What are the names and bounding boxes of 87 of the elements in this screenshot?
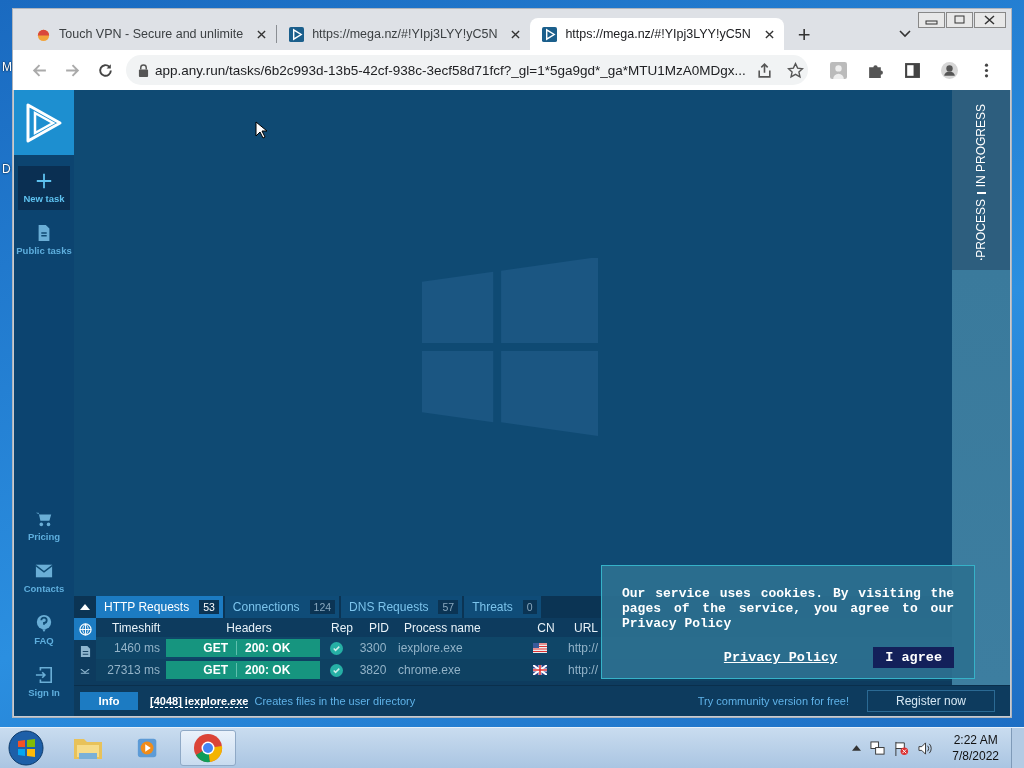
sidebar-item[interactable]: FAQ: [18, 608, 70, 652]
volume-icon[interactable]: [918, 740, 934, 756]
tray-arrow-icon[interactable]: [852, 745, 862, 751]
column-header[interactable]: CN: [526, 620, 566, 635]
desktop-icon-label: D: [2, 162, 11, 176]
triangle-up-icon: [80, 604, 90, 610]
info-button[interactable]: Info: [80, 692, 138, 710]
globe-icon[interactable]: [74, 618, 96, 640]
table-cell-text: 3820: [358, 663, 388, 677]
status-text: 200: OK: [244, 641, 291, 655]
address-bar[interactable]: app.any.run/tasks/6b2c993d-13b5-42cf-938c-3ecf58d71fcf?_gl=1*5ga9gd*_ga*MTU1MzA0MDgx...: [126, 55, 808, 85]
process-link[interactable]: [4048] iexplore.exe: [150, 694, 249, 708]
table-cell-text: http://: [567, 641, 599, 655]
column-header[interactable]: Process name: [400, 620, 526, 635]
desktop-icon-label: M: [2, 60, 12, 74]
privacy-policy-link[interactable]: Privacy Policy: [723, 650, 838, 665]
agree-button[interactable]: I agree: [873, 647, 954, 668]
taskbar-app[interactable]: [180, 730, 236, 766]
column-header[interactable]: Headers: [172, 620, 326, 635]
star-icon[interactable]: [786, 61, 804, 79]
lock-icon: [138, 63, 149, 77]
account-icon[interactable]: [941, 61, 958, 79]
clock[interactable]: 2:22 AM 7/8/2022: [952, 732, 999, 764]
url-text: app.any.run/tasks/6b2c993d-13b5-42cf-938c-3ecf58d71fcf?_gl=1*5ga9gd*_ga*MTU1MzA0MDgx...: [155, 62, 746, 78]
sidebar-item[interactable]: Sign In: [18, 660, 70, 704]
table-cell-text: 3300: [358, 641, 388, 655]
window-controls[interactable]: [918, 12, 1006, 28]
sidebar-item[interactable]: Public tasks: [18, 218, 70, 262]
share-icon[interactable]: [755, 61, 773, 79]
browser-tab[interactable]: Touch VPN - Secure and unlimite: [24, 18, 277, 50]
table-cell-text: 27313 ms: [106, 663, 161, 677]
column-header[interactable]: Timeshift: [96, 620, 172, 635]
cart-icon: [35, 510, 53, 528]
status-text: 200: OK: [244, 663, 291, 677]
panel-label: PROCESS: [974, 198, 988, 258]
table-cell-text: 1460 ms: [112, 641, 161, 655]
panel-tab[interactable]: DNS Requests 57: [341, 596, 463, 618]
play-favicon-icon: [289, 26, 305, 42]
panel-tab[interactable]: Connections 124: [224, 596, 340, 618]
column-header[interactable]: PID: [358, 620, 400, 635]
count-badge: 53: [199, 600, 219, 614]
chrome-icon: [193, 733, 223, 763]
close-icon[interactable]: [257, 29, 267, 39]
check-circle-icon: [329, 641, 343, 655]
sign-in-icon: [35, 666, 53, 684]
chevron-down-icon[interactable]: [899, 30, 911, 38]
panel-tab[interactable]: Threats 0: [464, 596, 541, 618]
check-circle-icon: [329, 663, 343, 677]
table-cell-text: http://: [567, 663, 599, 677]
status-label: IN PROGRESS: [974, 104, 988, 188]
close-icon[interactable]: [511, 29, 521, 39]
promo-text: Try community version for free!: [697, 695, 849, 707]
count-badge: 124: [309, 600, 336, 614]
side-panel-icon[interactable]: [904, 61, 921, 79]
column-header[interactable]: URL: [566, 620, 598, 635]
browser-tab[interactable]: https://mega.nz/#!YIpj3LYY!yC5N: [277, 18, 531, 50]
sidebar-item[interactable]: New task: [18, 166, 70, 210]
method-text: GET: [166, 641, 237, 655]
sidebar-item[interactable]: Pricing: [18, 504, 70, 548]
flag-icon: [533, 643, 547, 653]
new-tab-button[interactable]: +: [793, 22, 815, 48]
network-icon[interactable]: [870, 740, 886, 756]
plus-icon: [35, 172, 53, 190]
flag-icon: [533, 665, 547, 675]
close-icon[interactable]: [764, 29, 774, 39]
start-button[interactable]: [8, 730, 44, 766]
flag-alert-icon[interactable]: [894, 740, 910, 756]
method-text: GET: [166, 663, 237, 677]
count-badge: 57: [438, 600, 459, 614]
play-favicon-icon: [542, 26, 558, 42]
column-header[interactable]: Rep: [326, 620, 358, 635]
mouse-pointer-icon: [255, 121, 267, 139]
date-text: 7/8/2022: [952, 748, 999, 764]
table-cell-text: chrome.exe: [397, 663, 462, 677]
info-message: Creates files in the user directory: [254, 695, 416, 707]
panel-tab[interactable]: HTTP Requests 53: [96, 596, 223, 618]
help-icon: [35, 614, 53, 632]
logo-block[interactable]: [14, 90, 74, 155]
browser-tab[interactable]: https://mega.nz/#!YIpj3LYY!yC5N: [530, 18, 784, 50]
count-badge: 0: [522, 600, 537, 614]
mail-icon: [35, 562, 53, 580]
register-button[interactable]: Register now: [867, 690, 995, 712]
reload-icon[interactable]: [97, 61, 114, 79]
time-text: 2:22 AM: [953, 732, 998, 748]
cookie-message: Our service uses cookies. By visiting the pages of the service, you agree to our Privacy Policy: [622, 586, 954, 631]
table-cell-text: iexplore.exe: [397, 641, 464, 655]
sidebar-item[interactable]: Contacts: [18, 556, 70, 600]
